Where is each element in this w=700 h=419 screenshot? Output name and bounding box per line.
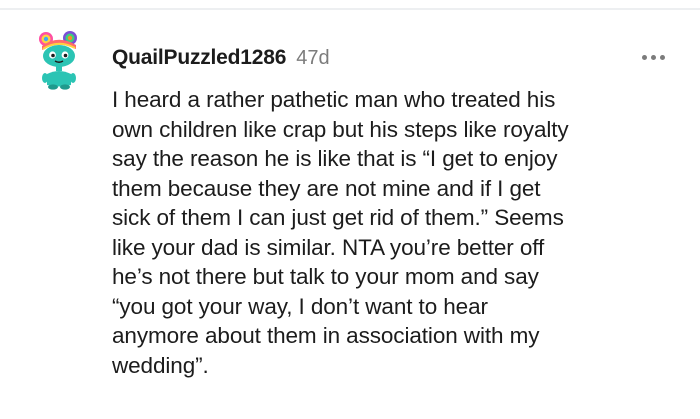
- comment-screen: QuailPuzzled1286 47d I heard a rather pa…: [0, 0, 700, 419]
- comment-body-line: them because they are not mine and if I …: [112, 175, 541, 201]
- comment-body-line: say the reason he is like that is “I get…: [112, 146, 558, 171]
- comment-body-line: he’s not there but talk to your mom and …: [112, 264, 539, 289]
- more-options-button[interactable]: [636, 45, 670, 69]
- username-link[interactable]: QuailPuzzled1286: [112, 46, 286, 70]
- comment-age: 47d: [296, 46, 330, 69]
- comment-body-line: sick of them I can just get rid of them.…: [112, 205, 564, 230]
- comment-body-line: like your dad is similar. NTA you’re bet…: [112, 234, 545, 260]
- more-horizontal-icon: [641, 54, 665, 60]
- comment-header: QuailPuzzled1286 47d: [112, 44, 330, 72]
- comment-body: I heard a rather pathetic man who treate…: [112, 85, 682, 380]
- comment-body-line: “you got your way, I don’t want to hear: [112, 293, 488, 319]
- comment-body-line: own children like crap but his steps lik…: [112, 116, 569, 142]
- top-divider: [0, 8, 700, 10]
- reddit-snoo-avatar-icon[interactable]: [36, 30, 82, 90]
- comment-body-line: wedding”.: [112, 352, 209, 378]
- comment-body-line: anymore about them in association with m…: [112, 323, 540, 348]
- comment-body-line: I heard a rather pathetic man who treate…: [112, 87, 556, 112]
